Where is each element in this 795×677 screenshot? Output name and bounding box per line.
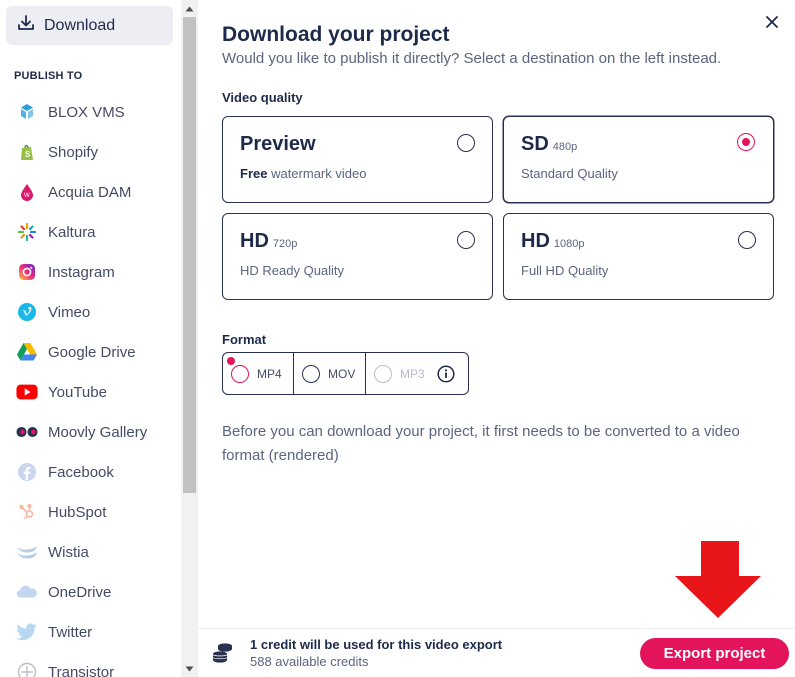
vimeo-icon xyxy=(16,301,38,323)
destination-label: Instagram xyxy=(48,263,115,281)
scroll-thumb[interactable] xyxy=(183,17,196,493)
export-project-button[interactable]: Export project xyxy=(640,638,789,669)
svg-text:S: S xyxy=(25,150,31,159)
destination-label: Google Drive xyxy=(48,343,136,361)
render-note: Before you can download your project, it… xyxy=(222,423,740,464)
format-radio[interactable] xyxy=(302,364,320,383)
destination-wistia[interactable]: Wistia xyxy=(0,532,181,572)
quality-radio[interactable] xyxy=(457,134,475,152)
format-radio-selected[interactable] xyxy=(231,364,249,383)
quality-radio-selected[interactable] xyxy=(737,133,755,151)
publish-to-heading: PUBLISH TO xyxy=(14,70,83,82)
quality-card-preview[interactable]: Preview Free watermark video xyxy=(222,116,493,203)
destination-label: BLOX VMS xyxy=(48,103,125,121)
destination-label: HubSpot xyxy=(48,503,107,521)
info-icon[interactable] xyxy=(437,364,455,383)
quality-card-hd-720[interactable]: HD 720p HD Ready Quality xyxy=(222,213,493,300)
format-option-mov[interactable]: MOV xyxy=(294,353,366,394)
format-label-text: MOV xyxy=(328,366,356,381)
quality-description: Free watermark video xyxy=(240,166,367,181)
twitter-icon xyxy=(16,621,38,643)
destination-label: Twitter xyxy=(48,623,93,641)
quality-card-sd[interactable]: SD 480p Standard Quality xyxy=(503,116,774,203)
close-icon[interactable] xyxy=(764,14,780,30)
facebook-icon xyxy=(16,461,38,483)
dialog-footer: 1 credit will be used for this video exp… xyxy=(198,628,795,677)
scroll-up-arrow-icon[interactable] xyxy=(181,0,198,17)
destination-label: Moovly Gallery xyxy=(48,423,148,441)
scroll-down-arrow-icon[interactable] xyxy=(181,660,198,677)
onedrive-icon xyxy=(16,581,38,603)
format-label: Format xyxy=(222,332,267,347)
destination-facebook[interactable]: Facebook xyxy=(0,452,181,492)
destination-label: OneDrive xyxy=(48,583,112,601)
svg-text:W: W xyxy=(24,193,30,199)
destination-kaltura[interactable]: Kaltura xyxy=(0,212,181,252)
quality-description: Full HD Quality xyxy=(521,263,609,278)
quality-resolution: 480p xyxy=(552,141,578,153)
destination-hubspot[interactable]: HubSpot xyxy=(0,492,181,532)
sidebar-scrollbar[interactable] xyxy=(181,0,198,677)
dialog-title: Download your project xyxy=(222,23,450,46)
quality-title: HD xyxy=(240,230,269,252)
destination-blox-vms[interactable]: BLOX VMS xyxy=(0,92,181,132)
instagram-icon xyxy=(16,261,38,283)
quality-radio[interactable] xyxy=(738,231,756,249)
credits-coins-icon xyxy=(212,641,234,670)
youtube-icon xyxy=(16,381,38,403)
quality-radio[interactable] xyxy=(457,231,475,249)
destination-label: Vimeo xyxy=(48,303,91,321)
destination-list: BLOX VMS S Shopify W Acquia DAM Kaltura … xyxy=(0,92,181,677)
download-nav-button[interactable]: Download xyxy=(6,6,173,45)
download-label: Download xyxy=(44,16,116,34)
moovly-icon xyxy=(16,421,38,443)
destination-label: Kaltura xyxy=(48,223,96,241)
destination-moovly-gallery[interactable]: Moovly Gallery xyxy=(0,412,181,452)
quality-description: Standard Quality xyxy=(521,166,618,181)
quality-title: Preview xyxy=(240,133,316,155)
quality-resolution: 720p xyxy=(272,238,298,250)
destination-acquia-dam[interactable]: W Acquia DAM xyxy=(0,172,181,212)
destination-transistor[interactable]: Transistor xyxy=(0,652,181,677)
destination-label: Acquia DAM xyxy=(48,183,132,201)
destination-label: Transistor xyxy=(48,663,115,677)
wistia-icon xyxy=(16,541,38,563)
quality-resolution: 1080p xyxy=(553,238,585,250)
sidebar: Download PUBLISH TO BLOX VMS S Shopify W… xyxy=(0,0,181,677)
destination-label: Shopify xyxy=(48,143,99,161)
destination-twitter[interactable]: Twitter xyxy=(0,612,181,652)
format-selector: MP4 MOV MP3 xyxy=(222,352,469,395)
format-radio-disabled xyxy=(374,364,392,383)
destination-label: YouTube xyxy=(48,383,107,401)
blox-icon xyxy=(16,101,38,123)
format-option-mp4[interactable]: MP4 xyxy=(223,353,294,394)
red-arrow-annotation-icon xyxy=(674,541,762,619)
shopify-icon: S xyxy=(16,141,38,163)
google-drive-icon xyxy=(16,341,38,363)
destination-label: Wistia xyxy=(48,543,89,561)
video-quality-label: Video quality xyxy=(222,90,303,105)
hubspot-icon xyxy=(16,501,38,523)
dialog-subtitle: Would you like to publish it directly? S… xyxy=(222,50,722,67)
transistor-icon xyxy=(16,661,38,677)
format-option-mp3: MP3 xyxy=(366,353,468,394)
acquia-icon: W xyxy=(16,181,38,203)
format-label-text: MP4 xyxy=(257,366,282,381)
quality-description: HD Ready Quality xyxy=(240,263,345,278)
destination-shopify[interactable]: S Shopify xyxy=(0,132,181,172)
quality-title: HD xyxy=(521,230,550,252)
available-credits-text: 588 available credits xyxy=(250,654,369,669)
quality-card-hd-1080[interactable]: HD 1080p Full HD Quality xyxy=(503,213,774,300)
destination-label: Facebook xyxy=(48,463,114,481)
format-label-text: MP3 xyxy=(400,366,425,381)
quality-title: SD xyxy=(521,133,549,155)
destination-youtube[interactable]: YouTube xyxy=(0,372,181,412)
destination-instagram[interactable]: Instagram xyxy=(0,252,181,292)
download-icon xyxy=(16,13,36,38)
destination-google-drive[interactable]: Google Drive xyxy=(0,332,181,372)
credit-usage-text: 1 credit will be used for this video exp… xyxy=(250,637,503,652)
kaltura-icon xyxy=(16,221,38,243)
destination-vimeo[interactable]: Vimeo xyxy=(0,292,181,332)
destination-onedrive[interactable]: OneDrive xyxy=(0,572,181,612)
